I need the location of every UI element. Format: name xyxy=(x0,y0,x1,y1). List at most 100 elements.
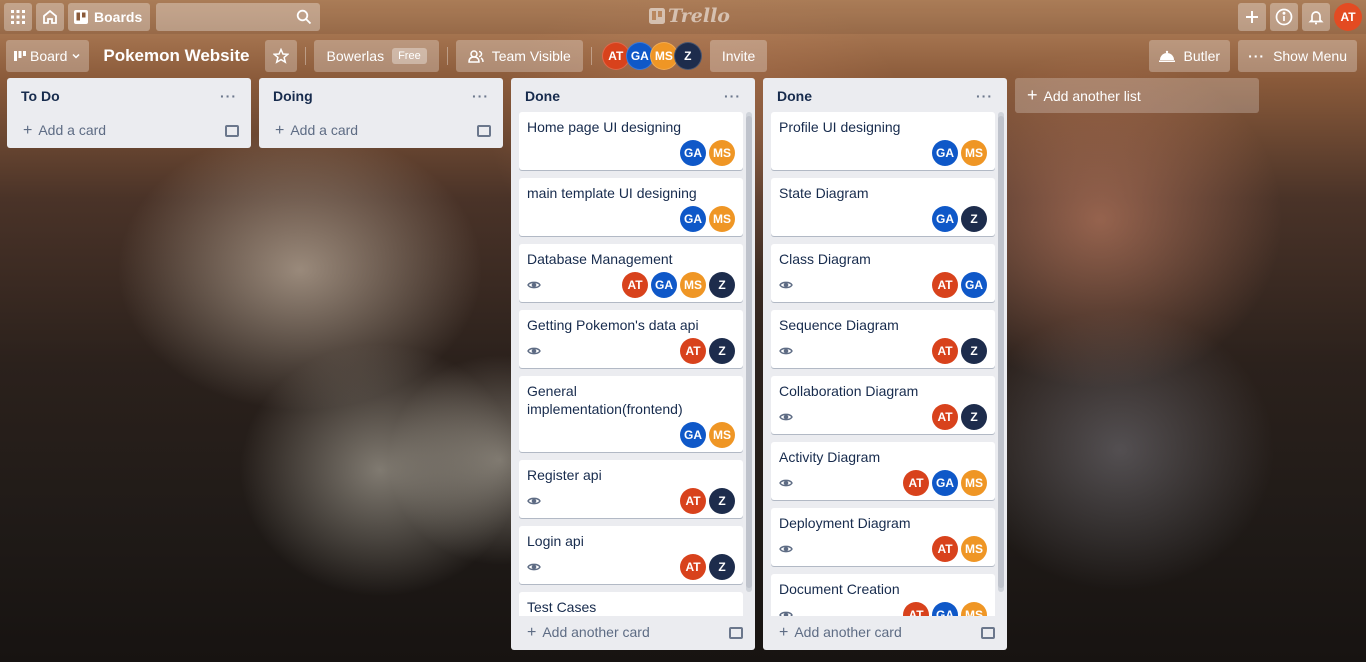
watch-eye-icon xyxy=(527,344,541,359)
visibility-button[interactable]: Team Visible xyxy=(455,40,583,72)
card[interactable]: Database Management AT GA MS Z xyxy=(519,244,743,302)
member-avatar[interactable]: GA xyxy=(932,470,958,496)
watch-eye-icon xyxy=(527,278,541,293)
card[interactable]: Sequence Diagram AT Z xyxy=(771,310,995,368)
search-input[interactable] xyxy=(156,3,321,31)
add-list-button[interactable]: + Add another list xyxy=(1015,78,1259,113)
member-avatar[interactable]: GA xyxy=(932,602,958,616)
member-avatar[interactable]: MS xyxy=(709,140,735,166)
star-icon xyxy=(273,48,290,64)
board-title[interactable]: Pokemon Website xyxy=(103,46,249,66)
member-avatar[interactable]: Z xyxy=(961,338,987,364)
card[interactable]: Document Creation AT GA MS xyxy=(771,574,995,616)
notifications-button[interactable] xyxy=(1302,3,1330,31)
home-button[interactable] xyxy=(36,3,64,31)
member-avatar[interactable]: AT xyxy=(932,338,958,364)
card[interactable]: Test CasesATMSZ xyxy=(519,592,743,616)
card[interactable]: Profile UI designing GA MS xyxy=(771,112,995,170)
member-avatar[interactable]: MS xyxy=(961,140,987,166)
member-avatar[interactable]: MS xyxy=(961,602,987,616)
member-avatar[interactable]: AT xyxy=(903,470,929,496)
card[interactable]: Deployment Diagram AT MS xyxy=(771,508,995,566)
card[interactable]: Getting Pokemon's data api AT Z xyxy=(519,310,743,368)
list-title[interactable]: To Do xyxy=(21,88,60,104)
member-avatar[interactable]: Z xyxy=(709,338,735,364)
card-template-icon[interactable] xyxy=(729,627,743,639)
member-avatar[interactable]: GA xyxy=(680,206,706,232)
member-avatar[interactable]: GA xyxy=(680,422,706,448)
member-avatar[interactable]: Z xyxy=(709,488,735,514)
card[interactable]: Home page UI designing GA MS xyxy=(519,112,743,170)
butler-button[interactable]: Butler xyxy=(1149,40,1231,72)
card[interactable]: Collaboration Diagram AT Z xyxy=(771,376,995,434)
member-avatar[interactable]: AT xyxy=(903,602,929,616)
member-avatar[interactable]: Z xyxy=(709,554,735,580)
member-avatar[interactable]: GA xyxy=(680,140,706,166)
add-card-button[interactable]: + Add another card xyxy=(511,616,755,650)
top-header: Boards Trello AT xyxy=(0,0,1366,34)
member-avatar[interactable]: AT xyxy=(932,536,958,562)
card-template-icon[interactable] xyxy=(477,125,491,137)
member-avatar[interactable]: AT xyxy=(680,554,706,580)
member-avatar[interactable]: GA xyxy=(932,140,958,166)
card-badges: AT Z xyxy=(527,338,735,364)
member-avatar[interactable]: MS xyxy=(680,272,706,298)
list-menu-icon[interactable]: ··· xyxy=(472,88,489,104)
show-menu-button[interactable]: ··· Show Menu xyxy=(1238,40,1357,72)
card-members: AT Z xyxy=(677,338,735,364)
card-template-icon[interactable] xyxy=(225,125,239,137)
member-avatar[interactable]: Z xyxy=(673,42,702,70)
member-avatar[interactable]: AT xyxy=(622,272,648,298)
card[interactable]: State Diagram GA Z xyxy=(771,178,995,236)
member-avatar[interactable]: GA xyxy=(961,272,987,298)
card-template-icon[interactable] xyxy=(981,627,995,639)
card-members: AT Z xyxy=(677,554,735,580)
board-view-switcher[interactable]: Board xyxy=(6,40,90,72)
info-button[interactable] xyxy=(1270,3,1298,31)
list-menu-icon[interactable]: ··· xyxy=(724,88,741,104)
member-avatar[interactable]: MS xyxy=(961,536,987,562)
member-avatar[interactable]: Z xyxy=(709,272,735,298)
card[interactable]: Activity Diagram AT GA MS xyxy=(771,442,995,500)
add-card-button[interactable]: + Add a card xyxy=(259,114,503,148)
member-avatar[interactable]: Z xyxy=(961,206,987,232)
card[interactable]: Login api AT Z xyxy=(519,526,743,584)
card[interactable]: Class Diagram AT GA xyxy=(771,244,995,302)
card-members: AT Z xyxy=(677,488,735,514)
watch-eye-icon xyxy=(779,278,793,293)
member-avatar[interactable]: GA xyxy=(651,272,677,298)
create-button[interactable] xyxy=(1238,3,1266,31)
plus-icon: + xyxy=(527,624,537,641)
member-avatar[interactable]: MS xyxy=(709,206,735,232)
card[interactable]: Register api AT Z xyxy=(519,460,743,518)
member-avatar[interactable]: AT xyxy=(680,338,706,364)
list-scrollbar[interactable] xyxy=(746,112,752,592)
add-card-button[interactable]: + Add another card xyxy=(763,616,1007,650)
member-avatar[interactable]: Z xyxy=(961,404,987,430)
member-avatar[interactable]: GA xyxy=(932,206,958,232)
list-title[interactable]: Done xyxy=(525,88,560,104)
invite-button[interactable]: Invite xyxy=(709,40,768,72)
card-badges: AT Z xyxy=(779,338,987,364)
trello-logo[interactable]: Trello xyxy=(649,5,730,27)
star-board-button[interactable] xyxy=(265,40,298,72)
member-avatar[interactable]: AT xyxy=(932,404,958,430)
boards-button[interactable]: Boards xyxy=(68,3,151,31)
card-badges: AT MS xyxy=(779,536,987,562)
card[interactable]: main template UI designing GA MS xyxy=(519,178,743,236)
add-card-button[interactable]: + Add a card xyxy=(7,114,251,148)
member-avatar[interactable]: AT xyxy=(932,272,958,298)
user-avatar[interactable]: AT xyxy=(1334,3,1362,31)
apps-grid-button[interactable] xyxy=(4,3,32,31)
team-button[interactable]: Bowerlas Free xyxy=(314,40,439,72)
card[interactable]: General implementation(frontend) GA MS xyxy=(519,376,743,452)
member-avatar[interactable]: MS xyxy=(961,470,987,496)
member-avatar[interactable]: MS xyxy=(709,422,735,448)
member-avatar[interactable]: AT xyxy=(680,488,706,514)
list-title[interactable]: Done xyxy=(777,88,812,104)
list-menu-icon[interactable]: ··· xyxy=(976,88,993,104)
list-title[interactable]: Doing xyxy=(273,88,313,104)
plus-icon: + xyxy=(1027,85,1038,105)
list-scrollbar[interactable] xyxy=(998,112,1004,592)
list-menu-icon[interactable]: ··· xyxy=(220,88,237,104)
